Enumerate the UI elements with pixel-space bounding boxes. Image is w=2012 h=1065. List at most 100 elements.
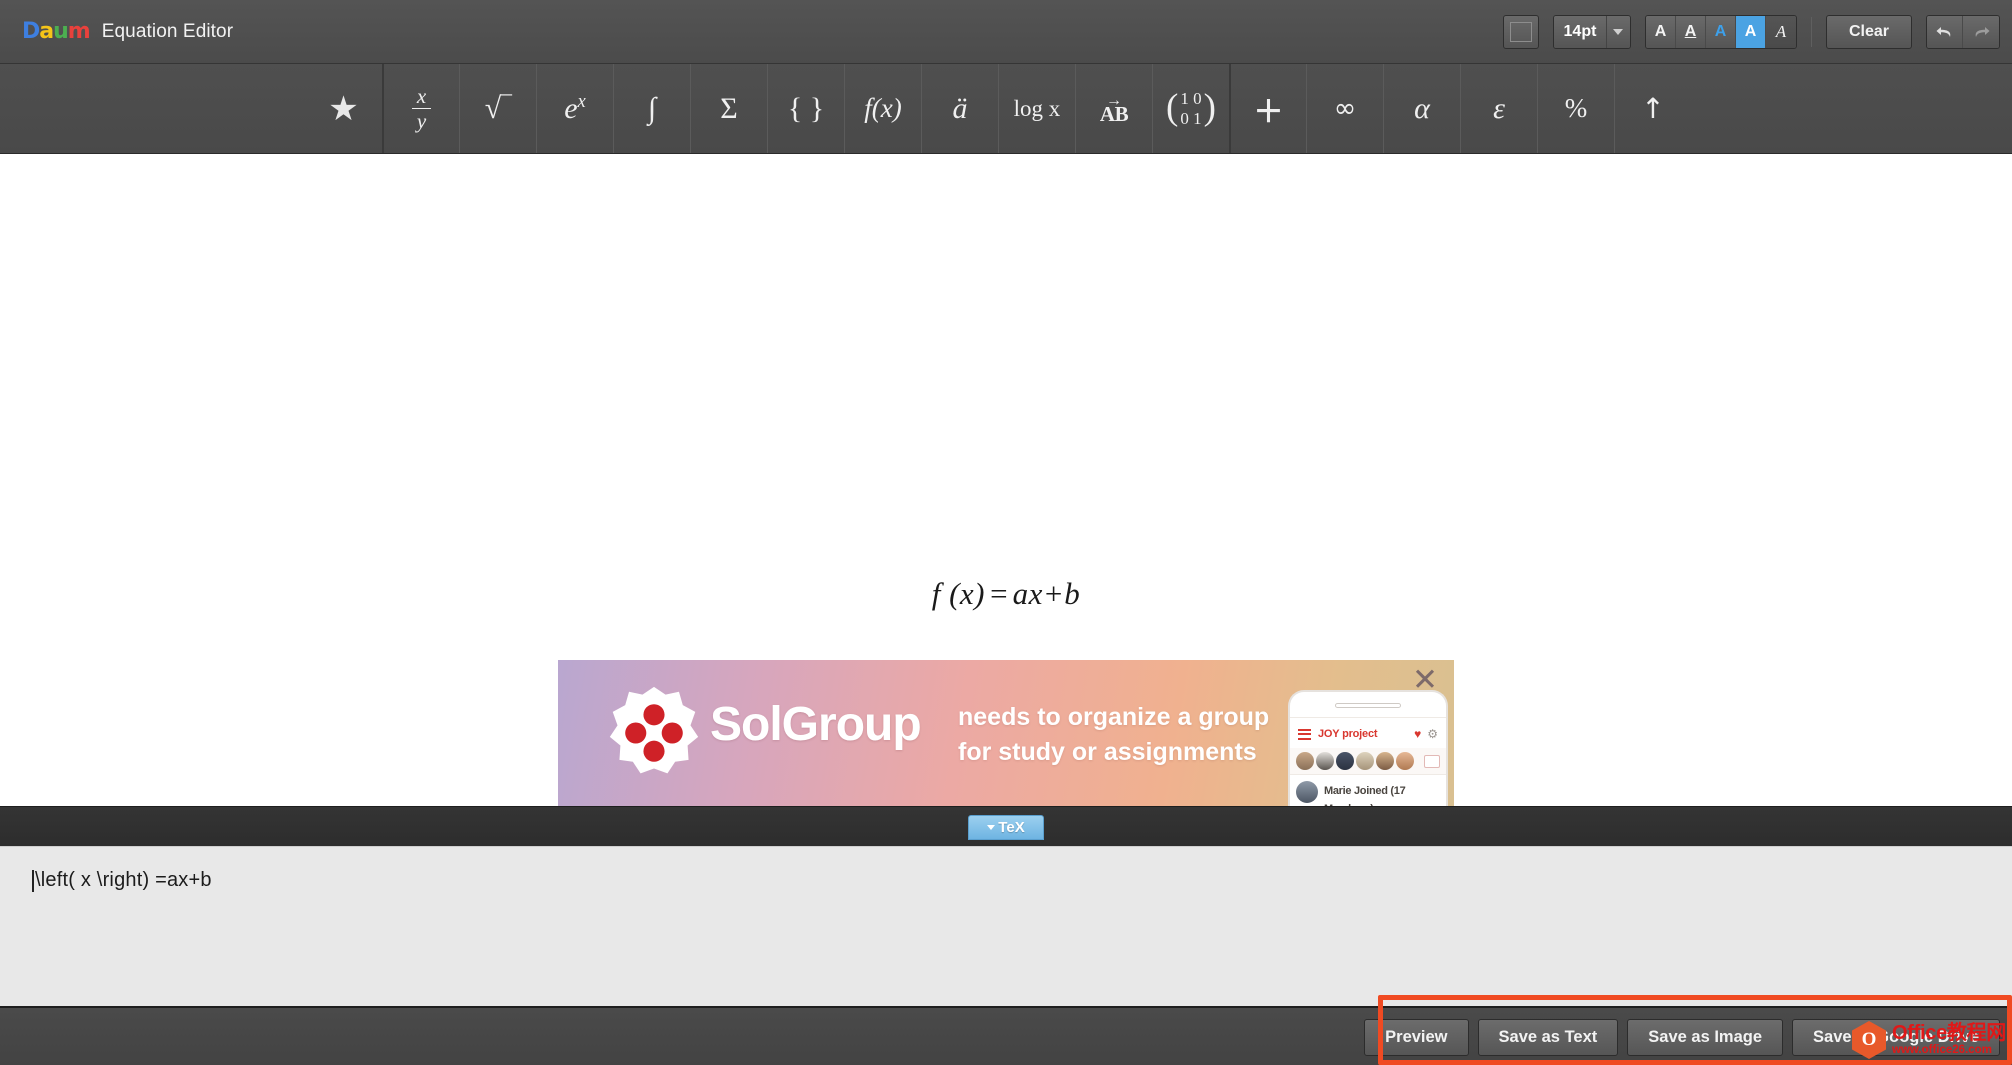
preview-button[interactable]: Preview (1364, 1019, 1469, 1056)
save-as-text-button[interactable]: Save as Text (1477, 1019, 1619, 1056)
phone-header-icons: ♥ ⚙ (1414, 727, 1438, 741)
logo-letter-d: D (22, 18, 40, 44)
advertisement-banner[interactable]: SolGroup needs to organize a group for s… (558, 660, 1454, 808)
page-title: Equation Editor (101, 20, 234, 42)
avatar-more-icon (1424, 754, 1440, 768)
star-icon: ★ (328, 88, 359, 129)
symbol-percent[interactable]: % (1537, 64, 1614, 153)
toolbar-left-spacer (0, 64, 305, 153)
color-swatch (1509, 22, 1532, 42)
bold-label: A (1654, 23, 1667, 40)
phone-mockup: JOY project ♥ ⚙ Marie Joined (17 Members… (1288, 690, 1448, 808)
banner-copy: needs to organize a group for study or a… (958, 700, 1269, 769)
vector-label: AB (1099, 101, 1129, 126)
text-style-group: A A A A A (1644, 15, 1797, 49)
daum-logo: Daum (22, 18, 91, 44)
logo-letter-u: u (53, 18, 69, 44)
font-size-select[interactable]: 14pt (1552, 15, 1631, 49)
symbol-operators[interactable]: ＋ (1229, 64, 1306, 153)
brand: Daum Equation Editor (22, 18, 234, 44)
symbol-square-root[interactable]: √‾ (459, 64, 536, 153)
symbol-exponent[interactable]: ex (536, 64, 613, 153)
symbol-logarithm[interactable]: log x (998, 64, 1075, 153)
symbol-accent[interactable]: ä (921, 64, 998, 153)
heart-icon: ♥ (1414, 727, 1422, 741)
save-as-image-button[interactable]: Save as Image (1627, 1019, 1784, 1056)
bold-button[interactable]: A (1645, 16, 1676, 48)
text-cursor (32, 869, 34, 892)
symbol-fraction[interactable]: x y (382, 64, 459, 153)
avatar (1296, 781, 1318, 803)
watermark-sub: www.office26.com (1892, 1044, 1992, 1057)
avatar (1336, 752, 1354, 770)
solgroup-logo-icon (609, 686, 699, 774)
symbol-integral[interactable]: ∫ (613, 64, 690, 153)
tab-tex-label: TeX (998, 819, 1025, 836)
avatar (1296, 752, 1314, 770)
function-icon: f(x) (864, 93, 902, 123)
logo-letter-a: a (39, 18, 54, 44)
underline-label: A (1684, 23, 1697, 40)
italic-button[interactable]: A (1765, 16, 1796, 48)
accent-icon: ä (952, 91, 968, 125)
undo-arrow-icon[interactable] (1927, 16, 1963, 48)
alpha-icon: α (1414, 91, 1430, 125)
phone-app-title: JOY project (1318, 728, 1378, 740)
symbol-matrix[interactable]: ( 1 0 0 1 ) (1152, 64, 1229, 153)
sigma-icon: Σ (720, 91, 738, 125)
watermark: O Office教程网 www.office26.com (1852, 1021, 2006, 1059)
arrow-up-icon: ↑ (1641, 92, 1665, 125)
matrix-paren-right: ) (1203, 87, 1216, 129)
banner-brand: SolGroup (710, 698, 922, 751)
symbol-greek-epsilon[interactable]: ε (1460, 64, 1537, 153)
integral-icon: ∫ (647, 91, 657, 125)
equation-editor-app: Daum Equation Editor 14pt A A A A A Clea… (0, 0, 2012, 1065)
font-color-label: A (1714, 23, 1727, 40)
highlight-button[interactable]: A (1735, 16, 1766, 48)
watermark-text: Office教程网 www.office26.com (1892, 1022, 2006, 1057)
symbol-function[interactable]: f(x) (844, 64, 921, 153)
matrix-icon: ( 1 0 0 1 ) (1166, 89, 1216, 127)
vector-icon: → AB (1099, 92, 1129, 126)
clear-button[interactable]: Clear (1825, 15, 1912, 49)
font-size-value[interactable]: 14pt (1553, 16, 1606, 48)
tex-input[interactable]: \left( x \right) =ax+b (0, 846, 2012, 1006)
redo-arrow-icon[interactable] (1963, 16, 1999, 48)
phone-feed-text: Marie Joined (17 Members) Amanda Joined … (1324, 781, 1440, 808)
plus-icon: ＋ (1253, 94, 1284, 130)
phone-app-header: JOY project ♥ ⚙ (1290, 717, 1446, 748)
app-footer: Preview Save as Text Save as Image Save … (0, 1006, 2012, 1065)
symbol-vector[interactable]: → AB (1075, 64, 1152, 153)
tex-tab-bar: TeX (0, 806, 2012, 846)
gear-icon: ⚙ (1427, 727, 1438, 741)
tex-content: \left( x \right) =ax+b (35, 869, 212, 891)
braces-icon: { } (787, 91, 825, 125)
banner-copy-line1: needs to organize a group (958, 703, 1270, 731)
watermark-main: Office教程网 (1892, 1022, 2006, 1045)
chevron-down-icon[interactable] (1605, 16, 1630, 48)
rendered-equation: f (x) = ax+b (931, 576, 1081, 611)
square-root-icon: √‾ (484, 91, 512, 125)
exponent-icon: ex (564, 91, 586, 126)
close-icon[interactable]: ✕ (1410, 664, 1440, 696)
exponent-power: x (577, 91, 586, 112)
symbol-summation[interactable]: Σ (690, 64, 767, 153)
symbol-braces[interactable]: { } (767, 64, 844, 153)
symbol-arrow[interactable]: ↑ (1614, 64, 1691, 153)
phone-feed-title: Marie Joined (17 Members) (1324, 785, 1406, 808)
avatar (1316, 752, 1334, 770)
tab-tex[interactable]: TeX (968, 815, 1044, 840)
symbol-greek-alpha[interactable]: α (1383, 64, 1460, 153)
phone-feed-item: Marie Joined (17 Members) Amanda Joined … (1290, 774, 1446, 808)
undo-redo-group (1926, 15, 2000, 49)
app-header: Daum Equation Editor 14pt A A A A A Clea… (0, 0, 2012, 64)
symbol-favorites[interactable]: ★ (305, 64, 382, 153)
avatar (1376, 752, 1394, 770)
chevron-down-icon (987, 825, 996, 830)
symbol-infinity[interactable]: ∞ (1306, 64, 1383, 153)
text-color-button[interactable] (1502, 15, 1539, 49)
font-color-button[interactable]: A (1705, 16, 1736, 48)
underline-button[interactable]: A (1675, 16, 1706, 48)
banner-copy-line2: for study or assignments (958, 737, 1257, 766)
avatar (1356, 752, 1374, 770)
